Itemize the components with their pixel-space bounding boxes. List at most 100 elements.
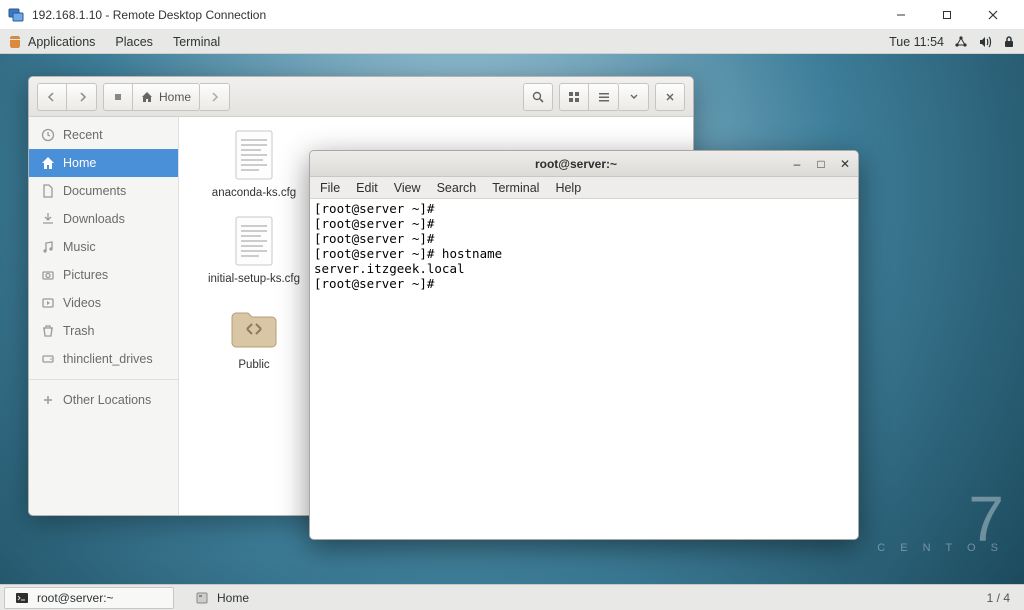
clock-icon	[41, 128, 55, 142]
terminal-titlebar[interactable]: root@server:~ – □ ✕	[310, 151, 858, 177]
gnome-top-panel: Applications Places Terminal Tue 11:54	[0, 30, 1024, 54]
task-terminal-label: root@server:~	[37, 591, 114, 605]
file-label: anaconda-ks.cfg	[212, 187, 296, 199]
gnome-menus: Applications Places Terminal	[28, 35, 220, 49]
maximize-button[interactable]	[924, 0, 970, 30]
file-item-public[interactable]: Public	[199, 299, 309, 371]
icon-view-button[interactable]	[559, 83, 589, 111]
desktop[interactable]: 7 C E N T O S Home	[0, 54, 1024, 584]
places-menu[interactable]: Places	[115, 35, 153, 49]
file-item-initial-setup[interactable]: initial-setup-ks.cfg	[199, 213, 309, 285]
rdp-title: 192.168.1.10 - Remote Desktop Connection	[32, 8, 878, 22]
rdp-titlebar: 192.168.1.10 - Remote Desktop Connection	[0, 0, 1024, 30]
list-view-button[interactable]	[589, 83, 619, 111]
workspace-indicator[interactable]: 1 / 4	[987, 591, 1020, 605]
sidebar-item-trash[interactable]: Trash	[29, 317, 178, 345]
files-headerbar: Home	[29, 77, 693, 117]
terminal-menu-edit[interactable]: Edit	[356, 181, 378, 195]
sidebar-videos-label: Videos	[63, 296, 101, 310]
sidebar-item-recent[interactable]: Recent	[29, 121, 178, 149]
file-manager-icon	[195, 591, 209, 605]
terminal-menu-help[interactable]: Help	[555, 181, 581, 195]
sidebar-pictures-label: Pictures	[63, 268, 108, 282]
terminal-title: root@server:~	[362, 157, 790, 171]
rdp-window-controls	[878, 0, 1016, 30]
minimize-button[interactable]	[878, 0, 924, 30]
view-buttons	[559, 83, 649, 111]
sidebar-item-music[interactable]: Music	[29, 233, 178, 261]
sidebar-item-documents[interactable]: Documents	[29, 177, 178, 205]
home-icon	[41, 156, 55, 170]
terminal-menu[interactable]: Terminal	[173, 35, 220, 49]
task-files-label: Home	[217, 591, 249, 605]
network-icon[interactable]	[954, 35, 968, 49]
document-icon	[41, 184, 55, 198]
activities-icon	[8, 35, 22, 49]
pictures-icon	[41, 268, 55, 282]
text-file-icon	[226, 213, 282, 269]
sidebar-thinclient-label: thinclient_drives	[63, 352, 153, 366]
terminal-menu-view[interactable]: View	[394, 181, 421, 195]
rdp-icon	[8, 7, 24, 23]
files-close-button[interactable]	[655, 83, 685, 111]
gnome-right-status: Tue 11:54	[889, 35, 1016, 49]
nav-buttons	[37, 83, 97, 111]
terminal-icon	[15, 591, 29, 605]
view-dropdown-button[interactable]	[619, 83, 649, 111]
plus-icon	[41, 393, 55, 407]
forward-button[interactable]	[67, 83, 97, 111]
centos-watermark: 7 C E N T O S	[877, 497, 1004, 554]
breadcrumb-home[interactable]: Home	[133, 83, 200, 111]
close-button[interactable]	[970, 0, 1016, 30]
centos-label: C E N T O S	[877, 542, 1004, 554]
volume-icon[interactable]	[978, 35, 992, 49]
terminal-maximize-button[interactable]: □	[814, 157, 828, 171]
file-label: initial-setup-ks.cfg	[208, 273, 300, 285]
sidebar-item-home[interactable]: Home	[29, 149, 178, 177]
sidebar-item-thinclient[interactable]: thinclient_drives	[29, 345, 178, 373]
terminal-output[interactable]: [root@server ~]# [root@server ~]# [root@…	[310, 199, 858, 539]
music-icon	[41, 240, 55, 254]
applications-menu[interactable]: Applications	[28, 35, 95, 49]
sidebar-trash-label: Trash	[63, 324, 95, 338]
breadcrumb-home-label: Home	[159, 90, 191, 104]
terminal-window: root@server:~ – □ ✕ File Edit View Searc…	[309, 150, 859, 540]
clock[interactable]: Tue 11:54	[889, 35, 944, 49]
text-file-icon	[226, 127, 282, 183]
terminal-close-button[interactable]: ✕	[838, 157, 852, 171]
sidebar-music-label: Music	[63, 240, 96, 254]
videos-icon	[41, 296, 55, 310]
sidebar-other-label: Other Locations	[63, 393, 151, 407]
sidebar-item-other-locations[interactable]: Other Locations	[29, 386, 178, 414]
search-button[interactable]	[523, 83, 553, 111]
bottom-task-panel: root@server:~ Home 1 / 4	[0, 584, 1024, 610]
sidebar-downloads-label: Downloads	[63, 212, 125, 226]
task-button-terminal[interactable]: root@server:~	[4, 587, 174, 609]
trash-icon	[41, 324, 55, 338]
sidebar-separator	[29, 379, 178, 380]
task-button-files[interactable]: Home	[184, 587, 354, 609]
public-folder-icon	[226, 299, 282, 355]
sidebar-home-label: Home	[63, 156, 96, 170]
sidebar-recent-label: Recent	[63, 128, 103, 142]
sidebar-documents-label: Documents	[63, 184, 126, 198]
files-sidebar: Recent Home Documents Downloads Music	[29, 117, 179, 515]
terminal-menu-search[interactable]: Search	[437, 181, 477, 195]
file-label: Public	[238, 359, 269, 371]
sidebar-item-downloads[interactable]: Downloads	[29, 205, 178, 233]
back-button[interactable]	[37, 83, 67, 111]
sidebar-item-videos[interactable]: Videos	[29, 289, 178, 317]
breadcrumb-more[interactable]	[200, 83, 230, 111]
terminal-menu-terminal[interactable]: Terminal	[492, 181, 539, 195]
breadcrumb: Home	[103, 83, 230, 111]
home-icon	[141, 91, 153, 103]
terminal-menu-file[interactable]: File	[320, 181, 340, 195]
sidebar-item-pictures[interactable]: Pictures	[29, 261, 178, 289]
file-item-anaconda[interactable]: anaconda-ks.cfg	[199, 127, 309, 199]
path-root-button[interactable]	[103, 83, 133, 111]
centos-seven: 7	[877, 497, 1004, 542]
lock-icon[interactable]	[1002, 35, 1016, 49]
drive-icon	[41, 352, 55, 366]
terminal-minimize-button[interactable]: –	[790, 157, 804, 171]
terminal-menubar: File Edit View Search Terminal Help	[310, 177, 858, 199]
